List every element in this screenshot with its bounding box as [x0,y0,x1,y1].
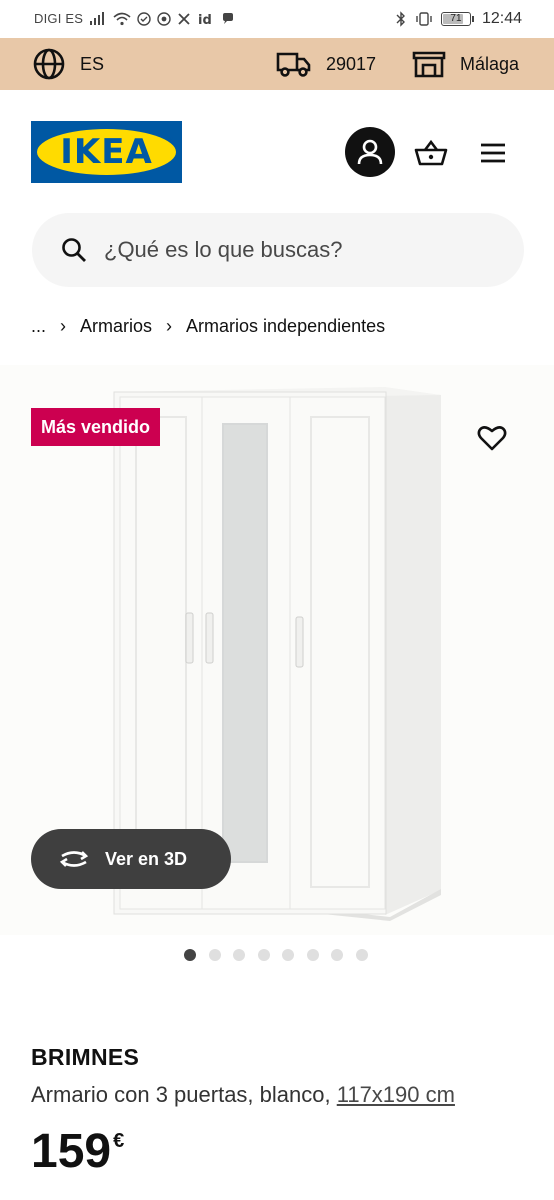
pagination-dot[interactable] [257,949,270,961]
breadcrumb-ellipsis[interactable]: ... [31,316,46,337]
pagination-dot[interactable] [208,949,221,961]
store-label: Málaga [460,53,520,74]
search-icon [60,236,88,264]
chat-icon [223,12,234,24]
price-currency: € [113,1130,125,1152]
wifi-icon [113,12,131,25]
product-price: 159 € [31,1124,124,1180]
pagination-dot[interactable] [331,949,343,961]
search-input[interactable]: ¿Qué es lo que buscas? [32,213,524,287]
pagination-dot[interactable] [306,949,319,961]
carrier-label: DIGI ES [34,11,84,26]
product-description-text: Armario con 3 puertas, blanco, [31,1082,331,1107]
ikea-logo[interactable]: IKEA ® [31,121,182,183]
status-icons: id [89,11,235,26]
search-placeholder: ¿Qué es lo que buscas? [104,237,343,262]
store-icon [412,51,446,78]
language-selector[interactable]: ES [32,38,104,90]
breadcrumb-item-armarios[interactable]: Armarios [80,316,152,337]
pagination-dot[interactable] [355,949,368,961]
postal-code-label: 29017 [326,53,377,74]
profile-button[interactable] [345,127,395,177]
check-circle-icon [137,11,151,26]
favorite-button[interactable] [474,420,510,456]
postal-code-selector[interactable]: 29017 [276,38,376,90]
logo-text: IKEA [60,132,153,172]
signal-icon [90,11,105,25]
x-icon [178,12,190,25]
id-icon: id [198,13,212,26]
bluetooth-icon [396,11,405,27]
breadcrumb: ... › Armarios › Armarios independientes [31,312,385,340]
breadcrumb-item-armarios-independientes[interactable]: Armarios independientes [186,316,385,337]
pagination-dot[interactable] [282,949,294,961]
language-label: ES [80,53,105,74]
chrome-icon [157,11,171,26]
chevron-right-icon: › [60,315,67,336]
battery-icon: 71 [440,12,474,26]
vibrate-icon [416,12,432,26]
shopping-basket-icon [414,139,448,166]
delivery-truck-icon [276,52,311,77]
user-icon [357,139,383,165]
image-pagination [184,949,368,961]
status-bar: DIGI ES id 71 12:44 [0,0,554,38]
chevron-right-icon: › [166,315,173,336]
view-3d-label: Ver en 3D [105,848,188,869]
clock: 12:44 [481,10,522,27]
heart-icon [477,426,507,451]
pagination-dot[interactable] [184,949,196,961]
menu-button[interactable] [476,137,510,169]
location-bar: ES 29017 Málaga [0,38,554,90]
globe-icon [33,48,65,80]
price-amount: 159 [31,1125,112,1178]
product-dimensions-link[interactable]: 117x190 cm [337,1082,455,1107]
header: IKEA ® [0,90,554,210]
product-description: Armario con 3 puertas, blanco, 117x190 c… [31,1082,455,1108]
basket-button[interactable] [412,135,450,171]
pagination-dot[interactable] [233,949,245,961]
battery-level: 71 [450,13,462,24]
svg-text:id: id [198,13,212,26]
rotate-3d-icon [57,847,91,871]
hamburger-menu-icon [481,143,505,163]
store-selector[interactable]: Málaga [412,38,519,90]
best-seller-badge: Más vendido [31,408,161,446]
view-3d-button[interactable]: Ver en 3D [31,829,231,889]
product-name: BRIMNES [31,1044,140,1070]
